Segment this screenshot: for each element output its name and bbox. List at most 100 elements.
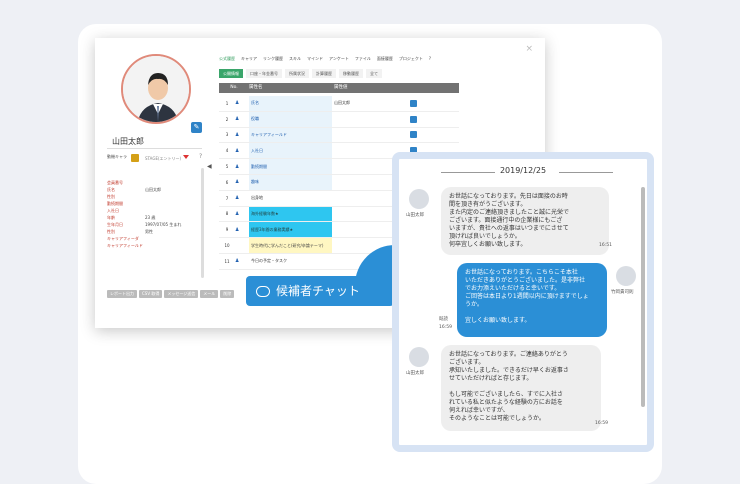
tab-help-icon[interactable]: ?	[429, 56, 431, 62]
field-value: 1997/07/05 生まれ	[145, 222, 182, 227]
tab-career[interactable]: キャリア	[241, 56, 257, 62]
recruiter-avatar	[616, 266, 636, 286]
attr-value: 山田太郎	[334, 100, 350, 106]
help-icon[interactable]: ?	[199, 153, 202, 160]
attr-name: 学生時代に学んだこと(研究/卒論テーマ)	[249, 238, 332, 253]
main-tabs: 公式履歴 キャリア リンク履歴 スキル マインド アンケート ファイル 面接履歴…	[219, 56, 431, 62]
tab-survey[interactable]: アンケート	[329, 56, 349, 62]
field-value: 山田太郎	[145, 187, 161, 192]
subtab-public[interactable]: 公開情報	[219, 69, 243, 78]
table-row: 3 ♟ キャリアフィールド	[219, 127, 459, 144]
field-row: 会員番号	[107, 179, 197, 186]
attr-name: 趣味	[249, 174, 332, 190]
field-row: 入社日	[107, 207, 197, 214]
person-icon: ♟	[235, 195, 240, 202]
row-no: 10	[224, 243, 230, 249]
person-icon: ♟	[235, 163, 240, 170]
attr-name: 海外経験年数★	[249, 206, 332, 222]
person-icon: ♟	[235, 147, 240, 154]
chat-scrollbar[interactable]	[641, 187, 645, 407]
attr-name: 氏名	[249, 96, 332, 111]
sidebar-scrollbar[interactable]	[201, 168, 204, 278]
row-no: 2	[225, 116, 229, 122]
person-icon: ♟	[235, 116, 240, 123]
field-row: 勤続期間	[107, 200, 197, 207]
profile-avatar	[121, 54, 191, 124]
user-avatar	[409, 347, 429, 367]
field-label: 年齢	[107, 215, 115, 220]
field-label: 会員番号	[107, 180, 123, 185]
field-row: キャリアフィーダ	[107, 235, 197, 242]
attr-name: 経歴3年間の業務実績★	[249, 222, 332, 238]
chevron-down-icon[interactable]	[183, 155, 189, 159]
action-buttons: レポート出力 CSV 取得 メッセージ送信 メール 削除	[107, 290, 235, 298]
profile-fields: 会員番号 氏名 山田太郎 性別 勤続期間 入社日 年齢 23 歳 生年月日 1997/…	[107, 179, 197, 249]
attr-name: 勤続期間	[249, 159, 332, 174]
candidate-chat-button[interactable]: 候補者チャット	[246, 276, 394, 306]
field-row: 氏名 山田太郎	[107, 186, 197, 193]
message-time: 16:59	[595, 421, 608, 426]
person-icon: ♟	[235, 131, 240, 138]
message-time: 16:51	[599, 243, 612, 248]
subtab-all[interactable]: 全て	[366, 69, 382, 78]
subtab-affiliation[interactable]: 所属状況	[285, 69, 309, 78]
message-author: 山田太郎	[406, 371, 424, 376]
field-label: キャリアフィールド	[107, 243, 143, 248]
attr-name: 今日の予定・タスク	[251, 258, 287, 264]
edit-profile-button[interactable]: ✎	[191, 122, 202, 133]
table-row: 1 ♟ 氏名 山田太郎	[219, 96, 459, 112]
sub-tabs: 公開情報 口座・年金番号 所属状況 計算履歴 移動履歴 全て	[219, 69, 382, 78]
user-avatar	[409, 189, 429, 209]
message-button[interactable]: メッセージ送信	[164, 290, 199, 298]
delete-button[interactable]: 削除	[220, 290, 235, 298]
field-row: 性別	[107, 193, 197, 200]
tab-official[interactable]: 公式履歴	[219, 56, 235, 62]
tab-interview[interactable]: 面接履歴	[377, 56, 393, 62]
row-no: 7	[225, 195, 229, 201]
col-attr-value: 属性値	[334, 85, 348, 90]
report-button[interactable]: レポート出力	[107, 290, 137, 298]
subtab-calc[interactable]: 計算履歴	[312, 69, 336, 78]
row-no: 3	[225, 132, 229, 138]
message-bubble: お世話になっております。ご連絡ありがとう ございます。 承知いたしました。できる…	[441, 345, 601, 431]
message-bubble: お世話になっております。先日は面接のお時 間を頂き有がうございます。 また内定の…	[441, 187, 609, 255]
attr-name: 出身地	[251, 195, 263, 201]
col-attr-name: 属性名	[249, 85, 263, 90]
tab-project[interactable]: プロジェクト	[399, 56, 423, 62]
profile-name: 山田太郎	[112, 137, 144, 146]
chat-bubble-icon	[256, 285, 270, 297]
field-label: 氏名	[107, 187, 115, 192]
field-label: 入社日	[107, 208, 119, 213]
table-header: No. 属性名 属性値	[219, 83, 459, 93]
field-row: 年齢 23 歳	[107, 214, 197, 221]
mail-button[interactable]: メール	[200, 290, 219, 298]
attr-name: キャリアフィールド	[249, 127, 332, 143]
chat-date: 2019/12/25	[499, 166, 547, 175]
tab-file[interactable]: ファイル	[355, 56, 371, 62]
edit-icon[interactable]	[410, 115, 417, 123]
collapse-arrow-icon[interactable]: ◀	[207, 163, 212, 170]
csv-button[interactable]: CSV 取得	[139, 290, 163, 298]
edit-icon[interactable]	[410, 99, 417, 107]
field-label: 性別	[107, 229, 115, 234]
message-author: 山田太郎	[406, 213, 424, 218]
read-status: 既読	[439, 317, 448, 322]
tab-link[interactable]: リンク履歴	[263, 56, 283, 62]
tab-skill[interactable]: スキル	[289, 56, 301, 62]
stage-icon	[131, 154, 139, 162]
close-icon[interactable]: ×	[525, 44, 533, 54]
attr-name: 役職	[249, 111, 332, 127]
subtab-account[interactable]: 口座・年金番号	[246, 69, 282, 78]
subtab-transfer[interactable]: 移動履歴	[339, 69, 363, 78]
field-label: 生年月日	[107, 222, 123, 227]
edit-icon[interactable]	[410, 131, 417, 139]
table-row: 2 ♟ 役職	[219, 111, 459, 128]
person-icon: ♟	[235, 100, 240, 107]
row-no: 11	[224, 258, 230, 264]
tab-mind[interactable]: マインド	[307, 56, 323, 62]
candidate-chat-label: 候補者チャット	[276, 284, 360, 298]
person-icon: ♟	[235, 179, 240, 186]
row-no: 5	[225, 164, 229, 170]
field-row: 性別 男性	[107, 228, 197, 235]
col-no: No.	[230, 85, 238, 90]
